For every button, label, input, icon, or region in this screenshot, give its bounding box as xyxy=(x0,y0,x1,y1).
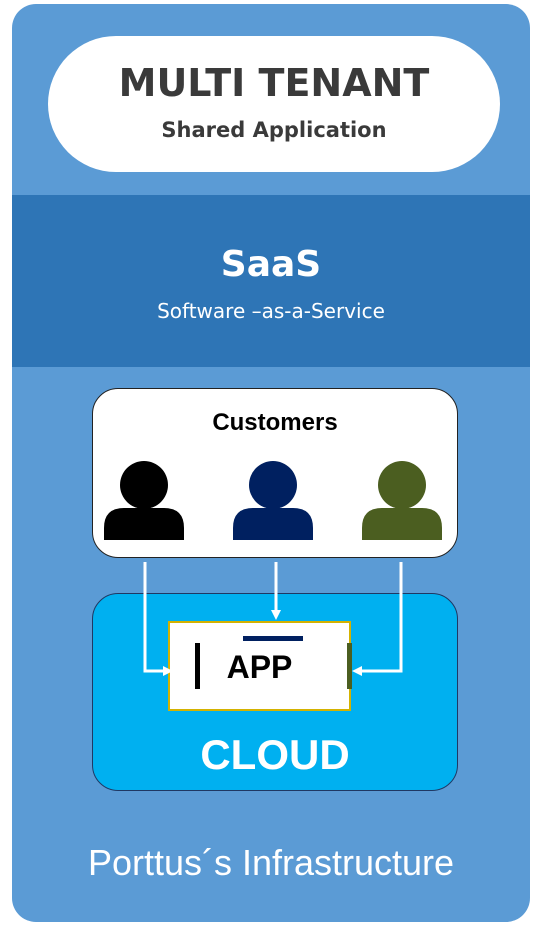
arrow-right-customer-to-app xyxy=(352,562,403,676)
user-icon xyxy=(104,461,184,540)
user-icon xyxy=(233,461,313,540)
diagram-overlay xyxy=(104,461,442,689)
app-left-bar xyxy=(195,643,200,689)
user-icon xyxy=(362,461,442,540)
arrow-left-customer-to-app xyxy=(143,562,173,676)
app-top-bar xyxy=(243,636,303,641)
app-right-bar xyxy=(347,643,352,689)
